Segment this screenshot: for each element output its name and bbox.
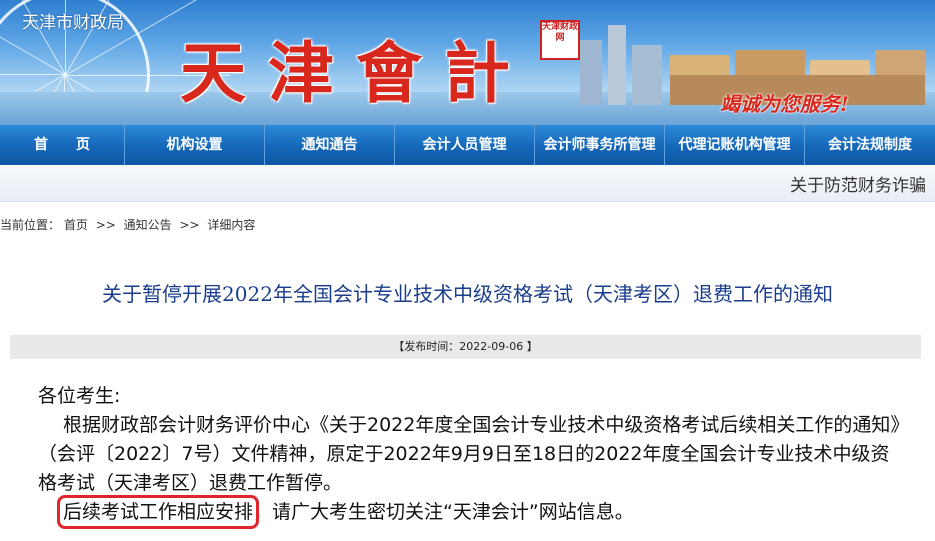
nav-item-accountant-management[interactable]: 会计人员管理 (395, 125, 535, 165)
greeting: 各位考生: (38, 385, 121, 407)
breadcrumb-notices[interactable]: 通知公告 (124, 218, 172, 232)
breadcrumb-separator: >> (95, 218, 116, 232)
seal-logo: 天津财政网 (540, 20, 580, 60)
slogan: 竭诚为您服务! (720, 92, 849, 116)
nav-item-home[interactable]: 首 页 (0, 125, 125, 165)
paragraph-2: 后续考试工作相应安排，请广大考生密切关注“天津会计”网站信息。 (38, 495, 908, 529)
nav-item-regulations[interactable]: 会计法规制度 (805, 125, 935, 165)
site-name: 天津市财政局 (22, 13, 124, 33)
highlighted-text: 后续考试工作相应安排 (56, 495, 260, 529)
publish-time-bar: 【发布时间：2022-09-06 】 (10, 335, 921, 359)
breadcrumb-separator: >> (179, 218, 200, 232)
logo-title: 天津會計 (180, 34, 532, 112)
article-body: 各位考生: 根据财政部会计财务评价中心《关于2022年度全国会计专业技术中级资格… (38, 382, 908, 529)
breadcrumb-current: 详细内容 (207, 218, 256, 232)
news-ticker: 关于防范财务诈骗 (0, 165, 935, 202)
paragraph-2-rest: ，请广大考生密切关注“天津会计”网站信息。 (253, 501, 634, 523)
article-title: 关于暂停开展2022年全国会计专业技术中级资格考试（天津考区）退费工作的通知 (102, 282, 833, 306)
breadcrumb: 当前位置： 首页 >> 通知公告 >> 详细内容 (0, 216, 255, 233)
ticker-link[interactable]: 关于防范财务诈骗 (790, 171, 926, 196)
breadcrumb-prefix: 当前位置： (0, 218, 61, 232)
site-banner: 天津市财政局 天津會計 天津财政网 竭诚为您服务! (0, 0, 935, 125)
nav-item-notices[interactable]: 通知通告 (265, 125, 395, 165)
nav-item-organization[interactable]: 机构设置 (125, 125, 265, 165)
paragraph-1: 根据财政部会计财务评价中心《关于2022年度全国会计专业技术中级资格考试后续相关… (38, 414, 900, 494)
breadcrumb-home[interactable]: 首页 (64, 218, 88, 232)
main-nav: 首 页 机构设置 通知通告 会计人员管理 会计师事务所管理 代理记账机构管理 会… (0, 125, 935, 165)
nav-item-agency-management[interactable]: 代理记账机构管理 (665, 125, 805, 165)
nav-item-cpa-firm-management[interactable]: 会计师事务所管理 (535, 125, 665, 165)
